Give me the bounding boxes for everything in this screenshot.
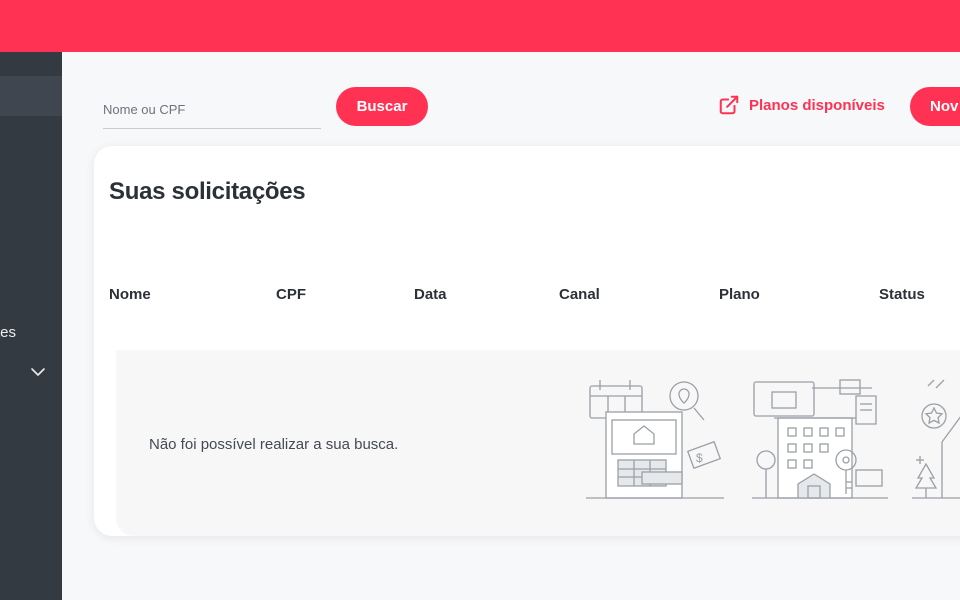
column-header-data: Data xyxy=(414,286,447,303)
column-header-nome: Nome xyxy=(109,286,151,303)
empty-state: Não foi possível realizar a sua busca. $ xyxy=(116,350,960,536)
top-bar xyxy=(0,0,960,52)
building-calendar-illustration: $ xyxy=(586,380,724,499)
available-plans-link[interactable]: Planos disponíveis xyxy=(718,94,885,116)
search-button[interactable]: Buscar xyxy=(336,87,428,126)
page-title: Suas solicitações xyxy=(109,178,306,205)
office-key-illustration xyxy=(752,379,888,499)
sidebar-item-active[interactable] xyxy=(0,76,62,116)
column-header-cpf: CPF xyxy=(276,286,306,303)
svg-text:$: $ xyxy=(696,451,703,465)
new-request-button[interactable]: Nov xyxy=(910,87,960,126)
available-plans-label: Planos disponíveis xyxy=(749,96,885,114)
house-star-illustration xyxy=(912,379,960,499)
empty-state-message: Não foi possível realizar a sua busca. xyxy=(149,436,399,453)
chevron-down-icon[interactable] xyxy=(30,364,46,380)
column-header-status: Status xyxy=(879,286,925,303)
requests-card: Suas solicitações Nome CPF Data Canal Pl… xyxy=(94,146,960,536)
sidebar: tes xyxy=(0,52,62,600)
search-input[interactable] xyxy=(103,90,321,129)
column-header-canal: Canal xyxy=(559,286,600,303)
external-link-icon xyxy=(719,95,739,115)
sidebar-item-label[interactable]: tes xyxy=(0,324,16,341)
column-header-plano: Plano xyxy=(719,286,760,303)
